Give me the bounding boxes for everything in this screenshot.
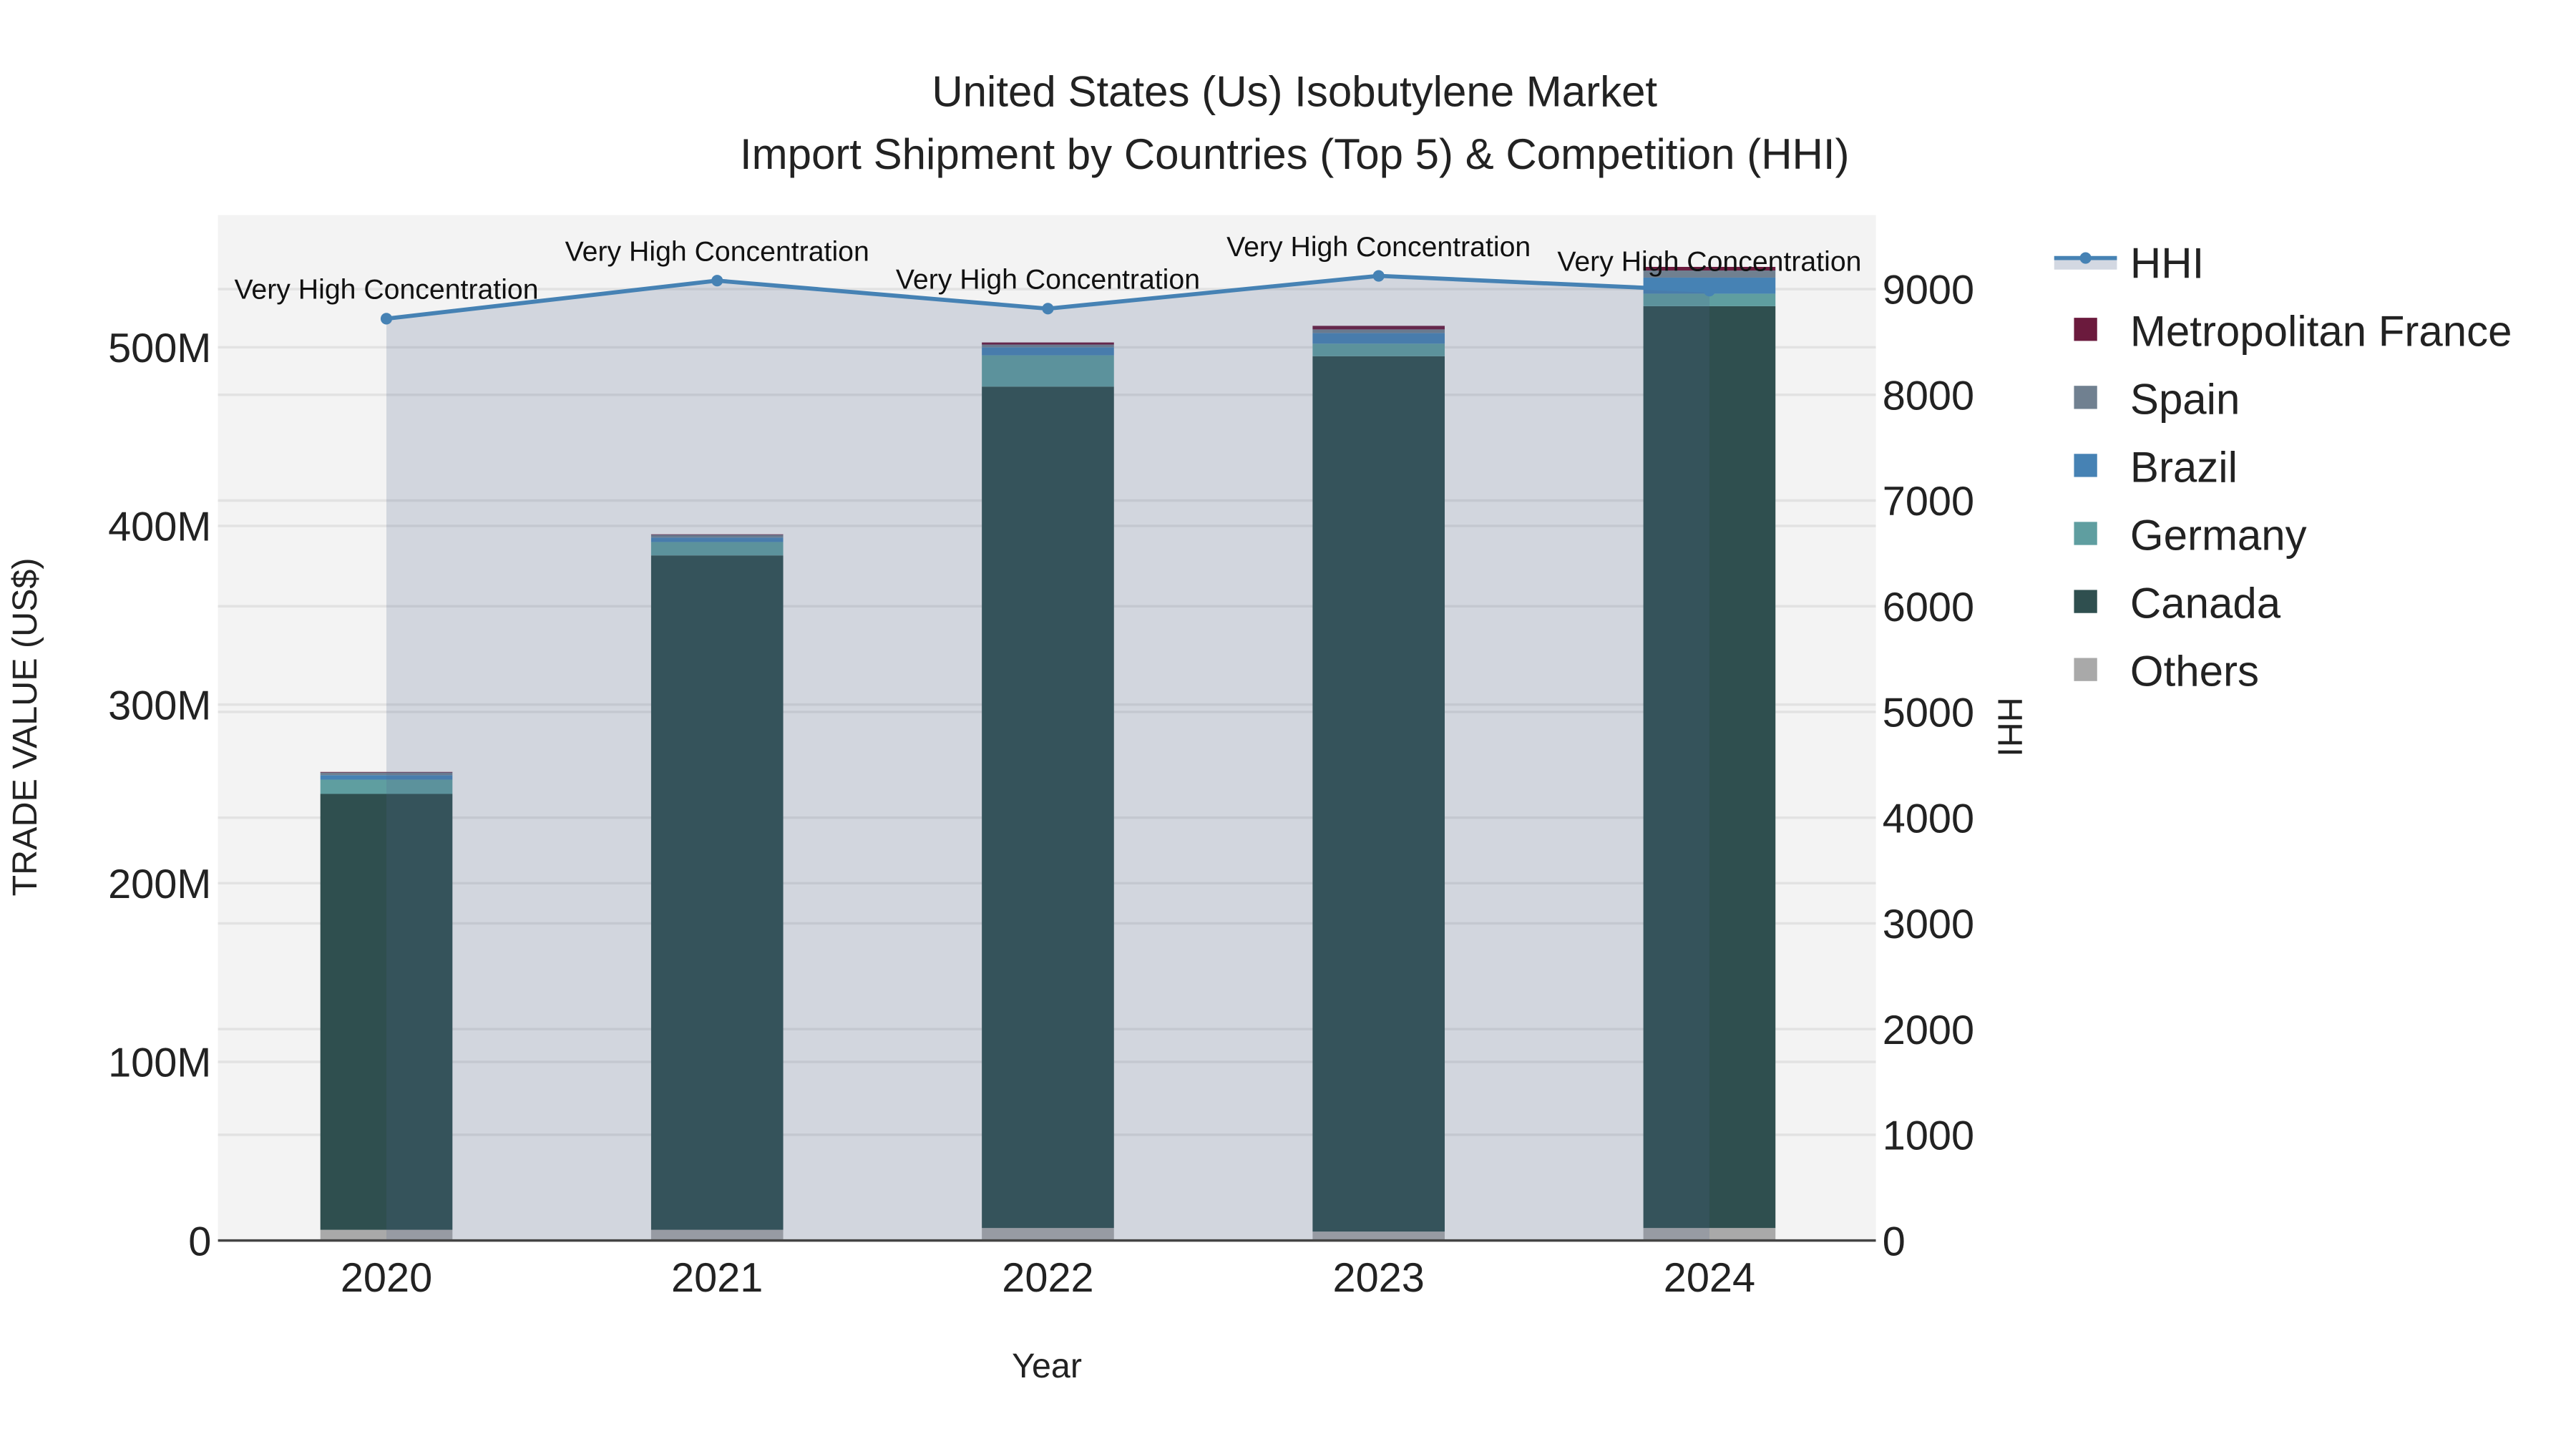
x-tick-label: 2022: [1002, 1255, 1093, 1301]
y-tick-label: 300M: [108, 683, 211, 728]
hhi-point-2024: [1703, 285, 1715, 297]
x-tick-label: 2021: [671, 1255, 763, 1301]
y-tick-label: 400M: [108, 504, 211, 550]
hhi-annotation: Very High Concentration: [896, 264, 1200, 296]
y2-tick-label: 7000: [1883, 479, 1974, 525]
y2-axis-title: HHI: [1990, 697, 2029, 756]
x-tick-label: 2023: [1333, 1255, 1425, 1301]
hhi-annotation: Very High Concentration: [1226, 231, 1531, 263]
y2-tick-label: 0: [1883, 1219, 1906, 1264]
chart-subtitle: Import Shipment by Countries (Top 5) & C…: [740, 130, 1850, 178]
hhi-area: [386, 275, 1709, 1241]
legend-swatch-others: [2074, 658, 2097, 681]
hhi-area-fill: [386, 275, 1709, 1241]
legend-swatch-metropolitan-france: [2074, 318, 2097, 341]
y2-tick-label: 4000: [1883, 796, 1974, 841]
y2-tick-label: 5000: [1883, 691, 1974, 736]
y-tick-label: 0: [188, 1219, 211, 1264]
legend-label: Canada: [2130, 580, 2281, 628]
legend-swatch-spain: [2074, 386, 2097, 409]
legend-label: Germany: [2130, 512, 2307, 560]
hhi-annotation: Very High Concentration: [565, 235, 869, 267]
y2-tick-label: 3000: [1883, 902, 1974, 947]
legend-label: HHI: [2130, 239, 2204, 287]
chart-title: United States (Us) Isobutylene Market: [932, 67, 1657, 115]
hhi-point-2020: [380, 313, 393, 325]
chart: Very High Concentration Very High Concent…: [0, 0, 2576, 1449]
legend-label: Brazil: [2130, 444, 2238, 492]
legend-label: Metropolitan France: [2130, 307, 2512, 355]
y2-tick-label: 8000: [1883, 374, 1974, 419]
legend-hhi-marker: [2079, 252, 2092, 264]
x-tick-label: 2020: [341, 1255, 432, 1301]
y2-tick-label: 9000: [1883, 268, 1974, 313]
y-tick-label: 500M: [108, 326, 211, 371]
y-tick-label: 200M: [108, 862, 211, 907]
hhi-annotation: Very High Concentration: [1557, 246, 1861, 278]
legend-label: Spain: [2130, 375, 2240, 423]
x-tick-label: 2024: [1664, 1255, 1755, 1301]
hhi-point-2023: [1372, 270, 1385, 282]
y2-tick-label: 6000: [1883, 585, 1974, 630]
legend-swatch-brazil: [2074, 454, 2097, 477]
y2-tick-label: 2000: [1883, 1008, 1974, 1053]
legend-swatch-germany: [2074, 522, 2097, 545]
legend-swatch-canada: [2074, 590, 2097, 613]
y2-tick-label: 1000: [1883, 1113, 1974, 1159]
x-axis-title: Year: [1012, 1347, 1082, 1385]
y-tick-label: 100M: [108, 1040, 211, 1086]
y-axis-title: TRADE VALUE (US$): [6, 557, 44, 896]
hhi-point-2021: [711, 275, 723, 287]
hhi-annotation: Very High Concentration: [234, 274, 538, 306]
hhi-point-2022: [1042, 303, 1054, 315]
legend-label: Others: [2130, 648, 2259, 696]
